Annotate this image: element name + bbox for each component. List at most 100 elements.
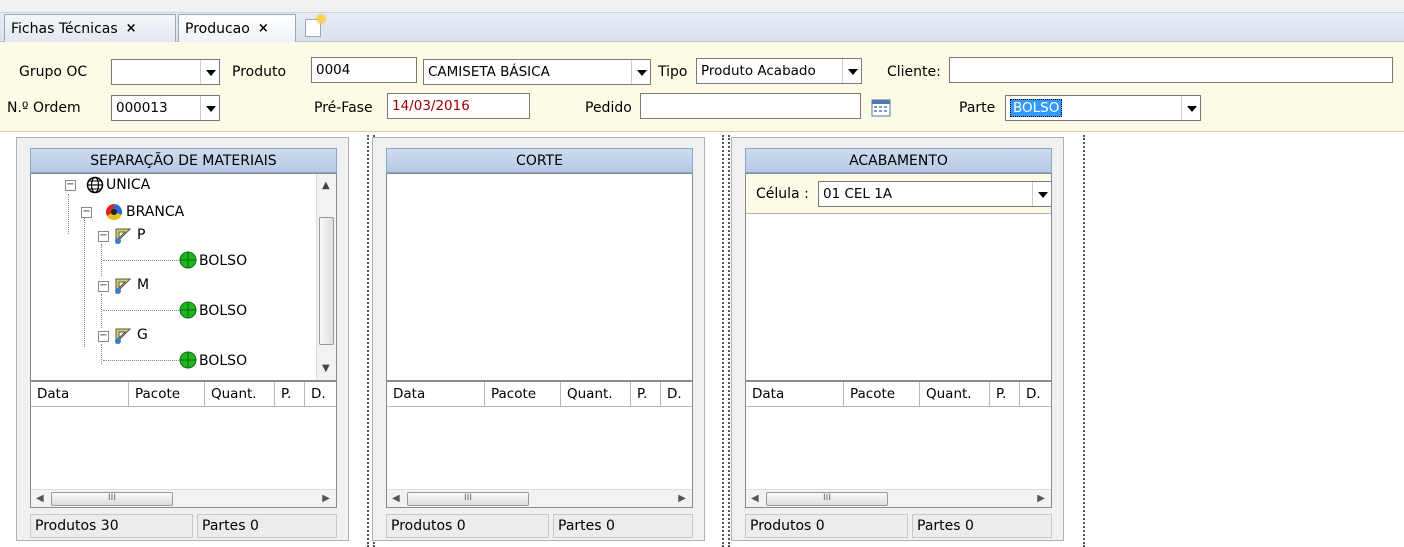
col-pacote[interactable]: Pacote — [844, 382, 920, 407]
tree-node-part[interactable]: BOLSO — [199, 252, 247, 270]
chevron-down-icon[interactable] — [1181, 96, 1200, 120]
vertical-scrollbar[interactable]: ▲ ▼ — [316, 174, 336, 380]
horizontal-scrollbar[interactable]: ◀ III ▶ — [31, 489, 336, 507]
scroll-up-icon[interactable]: ▲ — [322, 180, 330, 191]
chevron-down-icon[interactable] — [842, 59, 861, 83]
pedido-input[interactable] — [640, 93, 861, 119]
chevron-down-icon[interactable] — [631, 60, 650, 84]
corte-list[interactable] — [386, 173, 693, 381]
tree-node-size-p[interactable]: P — [137, 226, 145, 244]
status-value: 0 — [815, 518, 825, 534]
parte-select[interactable]: BOLSO — [1005, 95, 1201, 121]
cliente-input[interactable] — [949, 57, 1393, 83]
scroll-down-icon[interactable]: ▼ — [322, 363, 330, 374]
tab-label: Fichas Técnicas — [11, 20, 118, 37]
col-d[interactable]: D. — [661, 382, 692, 407]
col-data[interactable]: Data — [746, 382, 844, 407]
horizontal-scrollbar[interactable]: ◀ III ▶ — [746, 489, 1051, 507]
col-quant[interactable]: Quant. — [920, 382, 990, 407]
celula-bar: Célula : 01 CEL 1A — [746, 174, 1051, 214]
produto-code-input[interactable]: 0004 — [311, 57, 417, 83]
col-pacote[interactable]: Pacote — [485, 382, 561, 407]
parte-value: BOLSO — [1010, 99, 1063, 117]
panel-separacao-materiais: SEPARAÇÃO DE MATERIAIS − UNICA − BRANCA … — [16, 137, 349, 541]
ordem-select[interactable]: 000013 — [111, 95, 220, 121]
collapse-icon[interactable]: − — [65, 180, 76, 191]
scroll-right-icon[interactable]: ▶ — [678, 493, 686, 504]
scroll-thumb[interactable] — [319, 217, 334, 345]
close-icon[interactable]: × — [258, 21, 269, 36]
collapse-icon[interactable]: − — [98, 231, 109, 242]
celula-select[interactable]: 01 CEL 1A — [818, 181, 1051, 207]
ordem-value: 000013 — [116, 100, 168, 116]
packages-grid[interactable]: Data Pacote Quant. P. D. ◀ III ▶ — [386, 381, 693, 508]
part-icon — [179, 351, 197, 369]
scroll-left-icon[interactable]: ◀ — [392, 493, 400, 504]
tree-node-part[interactable]: BOLSO — [199, 302, 247, 320]
packages-grid[interactable]: Data Pacote Quant. P. D. ◀ III ▶ — [30, 381, 337, 508]
acabamento-list[interactable]: Célula : 01 CEL 1A — [745, 173, 1052, 381]
panel-acabamento: ACABAMENTO Célula : 01 CEL 1A Data Pacot… — [731, 137, 1064, 541]
scroll-thumb[interactable]: III — [766, 492, 888, 506]
col-p[interactable]: P. — [275, 382, 305, 407]
col-p[interactable]: P. — [631, 382, 661, 407]
tree-node-root[interactable]: UNICA — [106, 176, 150, 194]
close-icon[interactable]: × — [126, 21, 137, 36]
new-tab-icon[interactable] — [305, 15, 325, 37]
scroll-thumb[interactable]: III — [407, 492, 529, 506]
collapse-icon[interactable]: − — [98, 331, 109, 342]
tree-node-size-m[interactable]: M — [137, 276, 149, 294]
packages-grid[interactable]: Data Pacote Quant. P. D. ◀ III ▶ — [745, 381, 1052, 508]
tab-producao[interactable]: Producao × — [178, 14, 296, 42]
scroll-left-icon[interactable]: ◀ — [36, 493, 44, 504]
scroll-left-icon[interactable]: ◀ — [751, 493, 759, 504]
produto-name-select[interactable]: CAMISETA BÁSICA — [423, 59, 651, 85]
prefase-date-input[interactable]: 14/03/2016 — [387, 93, 530, 119]
grid-header: Data Pacote Quant. P. D. — [746, 382, 1051, 407]
scroll-thumb[interactable]: III — [51, 492, 173, 506]
tree-node-color[interactable]: BRANCA — [126, 203, 184, 221]
col-p[interactable]: P. — [990, 382, 1020, 407]
grupo-oc-select[interactable] — [111, 59, 220, 85]
tab-bar: Fichas Técnicas × Producao × — [0, 0, 1404, 42]
tree-line — [84, 217, 85, 347]
col-pacote[interactable]: Pacote — [129, 382, 205, 407]
chevron-down-icon[interactable] — [200, 60, 219, 84]
tipo-value: Produto Acabado — [701, 63, 816, 79]
panel-separator — [722, 135, 724, 547]
tipo-select[interactable]: Produto Acabado — [696, 58, 862, 84]
status-value: 0 — [250, 518, 259, 534]
col-quant[interactable]: Quant. — [205, 382, 275, 407]
scroll-right-icon[interactable]: ▶ — [1037, 493, 1045, 504]
col-quant[interactable]: Quant. — [561, 382, 631, 407]
chevron-down-icon[interactable] — [1032, 182, 1051, 206]
grid-header: Data Pacote Quant. P. D. — [31, 382, 336, 407]
horizontal-scrollbar[interactable]: ◀ III ▶ — [387, 489, 692, 507]
panel-separator — [1083, 135, 1085, 547]
panel-title: SEPARAÇÃO DE MATERIAIS — [30, 148, 337, 173]
ruler-tools-icon — [115, 278, 132, 294]
status-label: Partes — [558, 518, 602, 534]
tab-fichas-tecnicas[interactable]: Fichas Técnicas × — [4, 14, 176, 42]
panel-separator — [367, 135, 369, 547]
celula-label: Célula : — [756, 186, 809, 202]
col-data[interactable]: Data — [31, 382, 129, 407]
status-value: 0 — [606, 518, 615, 534]
col-d[interactable]: D. — [1020, 382, 1051, 407]
calendar-icon[interactable] — [870, 98, 892, 118]
status-label: Produtos — [391, 518, 453, 534]
parte-label: Parte — [959, 100, 996, 116]
partes-status: Partes 0 — [197, 514, 337, 538]
scroll-right-icon[interactable]: ▶ — [322, 493, 330, 504]
tree-node-size-g[interactable]: G — [137, 326, 148, 344]
tree-line — [103, 360, 181, 361]
status-label: Produtos — [35, 518, 97, 534]
col-d[interactable]: D. — [305, 382, 336, 407]
collapse-icon[interactable]: − — [98, 281, 109, 292]
tree-node-part[interactable]: BOLSO — [199, 352, 247, 370]
collapse-icon[interactable]: − — [81, 207, 92, 218]
produtos-status: Produtos 30 — [30, 514, 193, 538]
col-data[interactable]: Data — [387, 382, 485, 407]
chevron-down-icon[interactable] — [200, 96, 219, 120]
materials-tree[interactable]: − UNICA − BRANCA − P BOLSO − M BOLSO − G… — [30, 173, 337, 381]
